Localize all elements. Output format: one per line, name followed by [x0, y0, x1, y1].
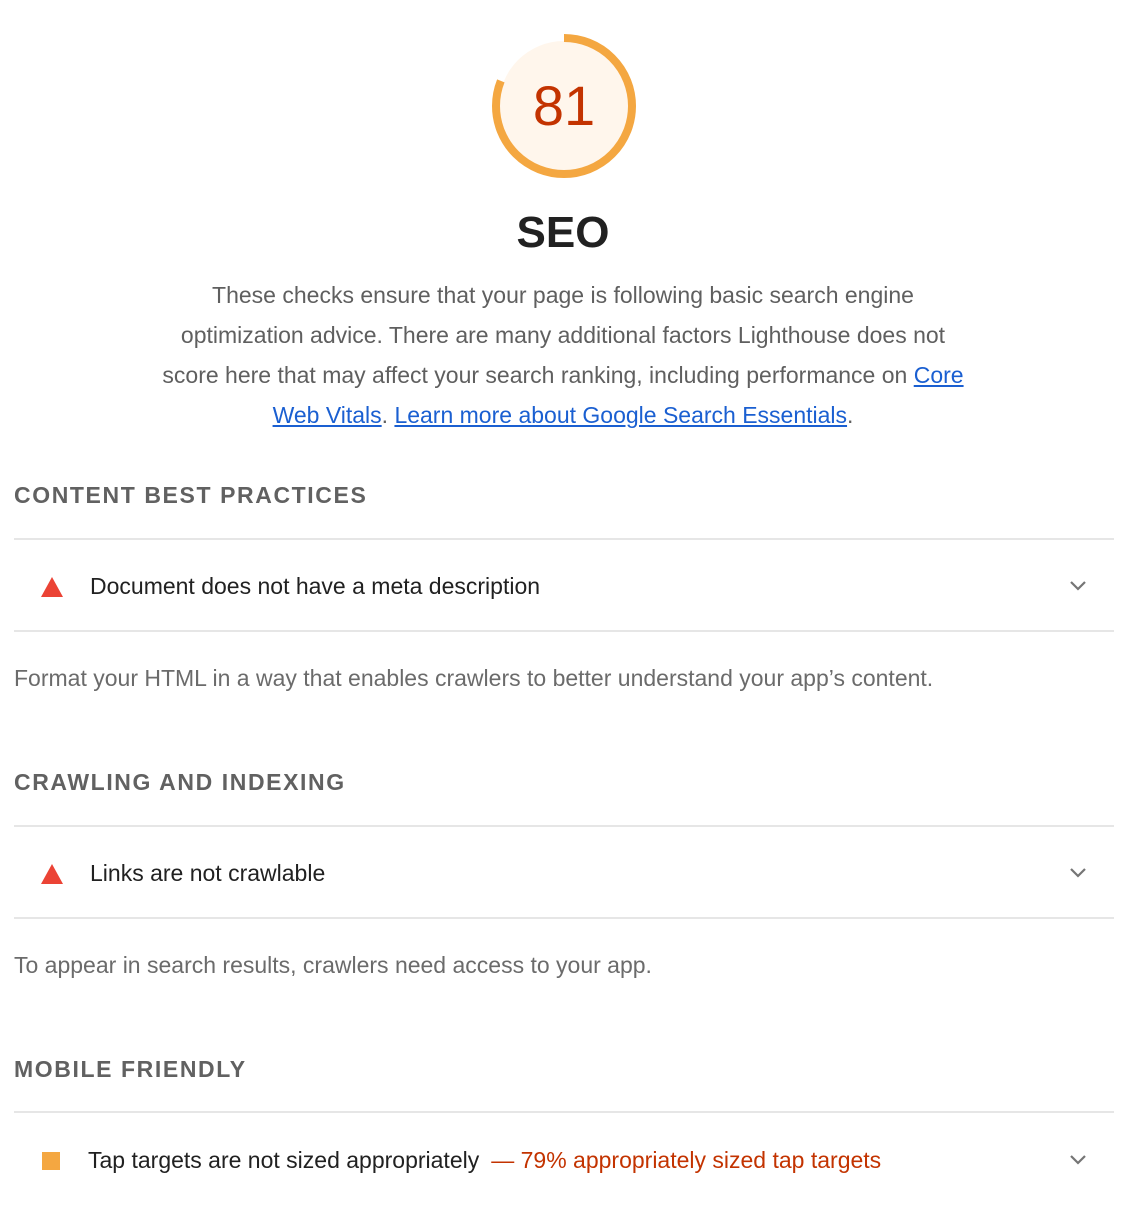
audit-display-value: — 79% appropriately sized tap targets [491, 1147, 882, 1173]
average-square-icon [42, 1152, 60, 1170]
category-title: SEO [516, 208, 610, 257]
chevron-down-icon[interactable] [1068, 575, 1088, 595]
group-title-content-best-practices: CONTENT BEST PRACTICES [14, 482, 368, 508]
category-description: These checks ensure that your page is fo… [160, 275, 966, 435]
description-text: These checks ensure that your page is fo… [162, 282, 946, 388]
divider [14, 917, 1114, 919]
fail-triangle-icon [40, 863, 64, 885]
audit-title: Tap targets are not sized appropriately —… [88, 1145, 881, 1175]
group-description-content-best-practices: Format your HTML in a way that enables c… [14, 665, 934, 691]
audit-crawlable-anchors[interactable]: Links are not crawlable [14, 828, 1114, 918]
group-description-crawling-and-indexing: To appear in search results, crawlers ne… [14, 952, 652, 978]
fail-triangle-icon [40, 576, 64, 598]
learn-more-link[interactable]: Learn more about Google Search Essential… [394, 402, 847, 428]
audit-title: Document does not have a meta descriptio… [90, 573, 541, 599]
audit-title: Links are not crawlable [90, 860, 326, 886]
divider [14, 1111, 1114, 1113]
score-value: 81 [532, 74, 596, 137]
chevron-down-icon[interactable] [1068, 862, 1088, 882]
description-separator: . [381, 402, 395, 428]
group-title-crawling-and-indexing: CRAWLING AND INDEXING [14, 769, 346, 795]
audit-meta-description[interactable]: Document does not have a meta descriptio… [14, 541, 1114, 631]
divider [14, 538, 1114, 540]
group-title-mobile-friendly: MOBILE FRIENDLY [14, 1056, 247, 1082]
divider [14, 630, 1114, 632]
chevron-down-icon[interactable] [1068, 1149, 1088, 1169]
divider [14, 825, 1114, 827]
audit-tap-targets[interactable]: Tap targets are not sized appropriately —… [14, 1115, 1114, 1205]
audit-title-text: Tap targets are not sized appropriately [88, 1147, 480, 1173]
description-end: . [847, 402, 854, 428]
score-gauge: 81 [489, 31, 639, 181]
